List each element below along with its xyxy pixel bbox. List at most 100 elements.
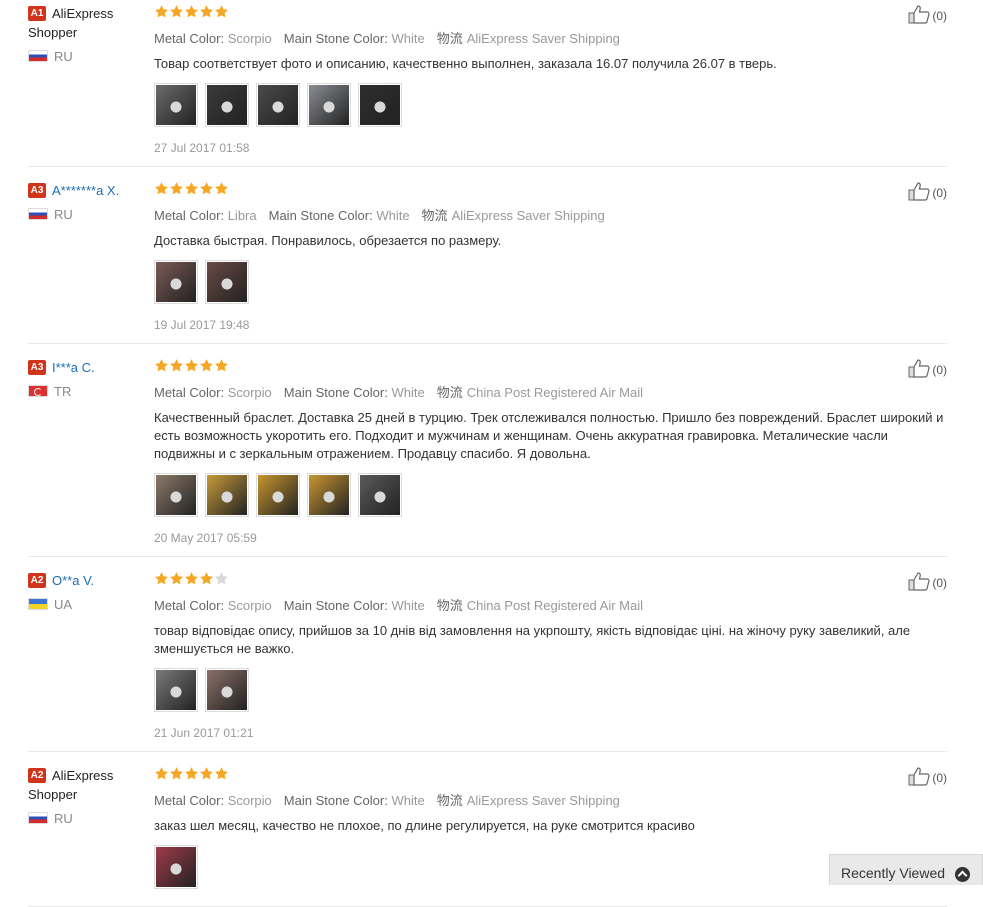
- helpful-button[interactable]: (0): [908, 181, 947, 201]
- reviewer-name-row: A1 AliExpress Shopper: [28, 4, 143, 42]
- shipping-label: 物流: [436, 793, 463, 808]
- review-photo-thumbnail[interactable]: [307, 473, 351, 517]
- review-photo-thumbnail[interactable]: [205, 473, 249, 517]
- metal-color-value: Scorpio: [227, 598, 272, 613]
- thumbs-up-icon[interactable]: [908, 182, 932, 201]
- country-code: RU: [54, 49, 73, 64]
- reviewer-name[interactable]: A*******a X.: [52, 183, 119, 198]
- review-photo-thumbnail[interactable]: [256, 83, 300, 127]
- review-text: товар відповідає опису, прийшов за 10 дн…: [154, 623, 911, 656]
- stone-color-label: Main Stone Color:: [283, 31, 388, 46]
- thumbs-up-icon[interactable]: [908, 5, 932, 24]
- star-filled-icon: [154, 571, 169, 586]
- recently-viewed-label: Recently Viewed: [841, 865, 946, 881]
- review-photo-thumbnail[interactable]: [358, 83, 402, 127]
- order-attributes: Metal Color: Scorpio Main Stone Color: Wh…: [154, 382, 944, 401]
- star-filled-icon: [169, 4, 184, 19]
- reviewer-name-row[interactable]: A2 O**a V.: [28, 571, 143, 590]
- review-photo-thumbnail[interactable]: [205, 260, 249, 304]
- star-filled-icon: [214, 766, 229, 781]
- country-flag-icon: [28, 385, 48, 397]
- order-attributes: Metal Color: Scorpio Main Stone Color: Wh…: [154, 595, 944, 614]
- star-filled-icon: [199, 766, 214, 781]
- star-filled-icon: [154, 358, 169, 373]
- shipping-label: 物流: [436, 31, 463, 46]
- helpful-count: (0): [932, 186, 947, 200]
- order-attributes: Metal Color: Libra Main Stone Color: Whit…: [154, 205, 944, 224]
- review-text: Товар соответствует фото и описанию, кач…: [154, 56, 777, 71]
- thumbs-up-icon[interactable]: [908, 359, 932, 378]
- country-flag-icon: [28, 598, 48, 610]
- review-content: Metal Color: Scorpio Main Stone Color: Wh…: [154, 4, 944, 155]
- shipping-label: 物流: [421, 208, 448, 223]
- review-photo-thumbnail[interactable]: [154, 845, 198, 889]
- shipping-method: China Post Registered Air Mail: [466, 598, 644, 613]
- country-code: TR: [54, 384, 72, 399]
- reviewer-info: A1 AliExpress Shopper RU: [28, 4, 143, 64]
- shipping-method: AliExpress Saver Shipping: [466, 31, 620, 46]
- reviewer-name[interactable]: I***a C.: [52, 360, 95, 375]
- helpful-count: (0): [932, 771, 947, 785]
- star-filled-icon: [154, 181, 169, 196]
- buyer-level-badge: A2: [28, 768, 46, 783]
- thumbs-up-icon[interactable]: [908, 572, 932, 591]
- review-photo-thumbnail[interactable]: [154, 83, 198, 127]
- review-photo-thumbnail[interactable]: [205, 668, 249, 712]
- star-filled-icon: [184, 4, 199, 19]
- order-attributes: Metal Color: Scorpio Main Stone Color: Wh…: [154, 790, 944, 809]
- country-code: RU: [54, 207, 73, 222]
- star-empty-icon: [214, 571, 229, 586]
- star-filled-icon: [199, 4, 214, 19]
- star-filled-icon: [184, 181, 199, 196]
- recently-viewed-panel[interactable]: Recently Viewed: [829, 854, 983, 885]
- reviewer-name-row[interactable]: A3 I***a C.: [28, 358, 143, 377]
- review-text: Качественный браслет. Доставка 25 дней в…: [154, 410, 944, 461]
- review-photo-thumbnail[interactable]: [256, 473, 300, 517]
- review-photo-thumbnail[interactable]: [154, 668, 198, 712]
- star-filled-icon: [184, 571, 199, 586]
- star-rating: [154, 571, 944, 589]
- review-photo-thumbnail[interactable]: [205, 83, 249, 127]
- star-filled-icon: [214, 4, 229, 19]
- review-date: 20 May 2017 05:59: [154, 531, 257, 545]
- star-filled-icon: [214, 358, 229, 373]
- review-date: 27 Jul 2017 01:58: [154, 141, 250, 155]
- helpful-button[interactable]: (0): [908, 766, 947, 786]
- review-item: A3 A*******a X. RU Metal Color: Libra Main S…: [28, 181, 947, 344]
- helpful-count: (0): [932, 576, 947, 590]
- star-filled-icon: [154, 766, 169, 781]
- thumbs-up-icon[interactable]: [908, 767, 932, 786]
- star-filled-icon: [169, 181, 184, 196]
- star-filled-icon: [154, 4, 169, 19]
- shipping-label: 物流: [436, 385, 463, 400]
- star-filled-icon: [199, 358, 214, 373]
- review-text: Доставка быстрая. Понравилось, обрезаетс…: [154, 233, 502, 248]
- metal-color-value: Libra: [227, 208, 257, 223]
- review-photo-thumbnail[interactable]: [154, 473, 198, 517]
- helpful-button[interactable]: (0): [908, 4, 947, 24]
- reviewer-name-row[interactable]: A3 A*******a X.: [28, 181, 143, 200]
- reviewer-country: RU: [28, 49, 143, 64]
- chevron-up-icon[interactable]: [955, 867, 970, 882]
- helpful-button[interactable]: (0): [908, 358, 947, 378]
- review-photo-thumbnail[interactable]: [307, 83, 351, 127]
- shipping-label: 物流: [436, 598, 463, 613]
- review-photo-thumbnail[interactable]: [358, 473, 402, 517]
- star-rating: [154, 358, 944, 376]
- reviewer-name[interactable]: O**a V.: [52, 573, 94, 588]
- review-photos: [154, 668, 944, 712]
- metal-color-label: Metal Color:: [154, 31, 225, 46]
- star-filled-icon: [214, 181, 229, 196]
- star-filled-icon: [199, 181, 214, 196]
- star-rating: [154, 766, 944, 784]
- stone-color-label: Main Stone Color:: [283, 793, 388, 808]
- shipping-method: AliExpress Saver Shipping: [466, 793, 620, 808]
- review-text: заказ шел месяц, качество не плохое, по …: [154, 818, 695, 833]
- helpful-button[interactable]: (0): [908, 571, 947, 591]
- review-photo-thumbnail[interactable]: [154, 260, 198, 304]
- stone-color-label: Main Stone Color:: [268, 208, 373, 223]
- star-filled-icon: [169, 766, 184, 781]
- review-content: Metal Color: Libra Main Stone Color: Whit…: [154, 181, 944, 332]
- country-flag-icon: [28, 50, 48, 62]
- metal-color-value: Scorpio: [227, 793, 272, 808]
